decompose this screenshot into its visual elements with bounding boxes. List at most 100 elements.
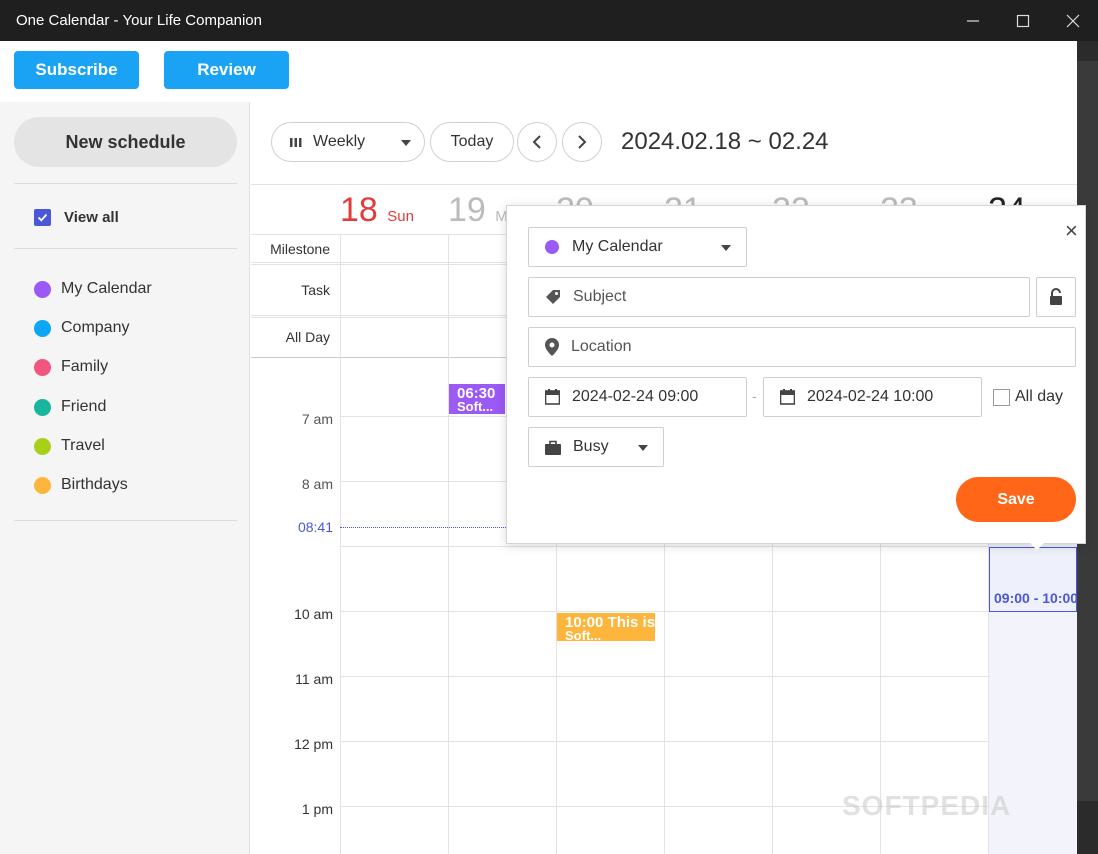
briefcase-icon xyxy=(545,440,561,455)
next-week-button[interactable] xyxy=(562,122,602,162)
calendar-item-birthdays[interactable]: Birthdays xyxy=(34,476,128,494)
checkbox-checked-icon xyxy=(34,209,51,226)
minimize-icon xyxy=(967,19,979,22)
calendar-item-family[interactable]: Family xyxy=(34,358,108,376)
sidebar-divider xyxy=(14,520,237,521)
calendar-item-label: My Calendar xyxy=(61,280,152,297)
calendar-color-dot xyxy=(545,240,559,254)
current-time-label: 08:41 xyxy=(297,519,333,535)
calendar-item-label: Travel xyxy=(61,437,105,454)
save-button[interactable]: Save xyxy=(956,477,1076,522)
close-icon xyxy=(1066,14,1080,27)
view-bars-icon xyxy=(290,137,302,147)
all-day-checkbox[interactable]: All day xyxy=(993,388,1063,406)
selection-time: 09:00 - 10:00 xyxy=(994,590,1077,606)
new-event-selection[interactable]: 09:00 - 10:00 xyxy=(989,547,1077,612)
close-window-button[interactable] xyxy=(1048,0,1098,41)
start-datetime-input[interactable]: 2024-02-24 09:00 xyxy=(528,377,747,417)
calendar-item-label: Company xyxy=(61,319,130,336)
calendar-item-label: Friend xyxy=(61,398,107,415)
hour-line xyxy=(340,611,1077,612)
subject-input[interactable]: Subject xyxy=(528,277,1030,317)
day-number: 18 xyxy=(340,191,378,229)
checkbox-unchecked-icon xyxy=(993,388,1010,406)
action-bar: Subscribe Review xyxy=(0,41,1077,102)
window-title: One Calendar - Your Life Companion xyxy=(16,12,262,29)
sidebar-divider xyxy=(14,248,237,249)
color-dot-icon xyxy=(34,358,51,376)
watermark-logo: SOFTPEDIA xyxy=(842,790,1012,821)
subject-placeholder: Subject xyxy=(573,288,627,305)
calendar-toolbar: Weekly Today 2024.02.18 ~ 02.24 xyxy=(251,102,1077,184)
task-label: Task xyxy=(301,282,330,298)
day-header-sun[interactable]: 18 Sun xyxy=(340,191,414,230)
event-block[interactable]: 06:30 Soft... xyxy=(449,384,505,414)
calendar-icon xyxy=(545,389,560,405)
day-column-line xyxy=(340,234,341,854)
time-label: 12 pm xyxy=(294,736,333,752)
subscribe-button[interactable]: Subscribe xyxy=(14,51,139,89)
calendar-item-friend[interactable]: Friend xyxy=(34,398,106,416)
time-label: 10 am xyxy=(294,606,333,622)
maximize-button[interactable] xyxy=(998,0,1048,41)
location-input[interactable]: Location xyxy=(528,327,1076,367)
tag-icon xyxy=(546,290,560,304)
location-placeholder: Location xyxy=(571,338,632,355)
day-header-mon[interactable]: 19 M xyxy=(448,191,508,230)
time-label: 11 am xyxy=(295,671,333,687)
view-select[interactable]: Weekly xyxy=(271,122,425,162)
unlock-icon xyxy=(1050,288,1062,305)
view-all-checkbox[interactable]: View all xyxy=(34,209,119,226)
caret-down-icon xyxy=(401,140,411,146)
calendar-icon xyxy=(780,389,795,405)
chevron-left-icon xyxy=(532,135,541,149)
color-dot-icon xyxy=(34,476,51,494)
event-block[interactable]: 10:00 This is Soft... xyxy=(557,613,655,641)
all-day-label: All day xyxy=(1015,388,1064,405)
close-popup-button[interactable]: × xyxy=(1065,218,1078,244)
calendar-item-travel[interactable]: Travel xyxy=(34,437,105,455)
calendar-select[interactable]: My Calendar xyxy=(528,227,747,267)
milestone-label: Milestone xyxy=(270,241,330,257)
day-column-line xyxy=(448,234,449,854)
calendar-item-my-calendar[interactable]: My Calendar xyxy=(34,280,152,298)
time-label: 7 am xyxy=(301,411,333,427)
time-label: 1 pm xyxy=(301,801,333,817)
end-datetime-input[interactable]: 2024-02-24 10:00 xyxy=(763,377,982,417)
calendar-select-value: My Calendar xyxy=(572,238,663,255)
color-dot-icon xyxy=(34,437,51,455)
chevron-right-icon xyxy=(578,135,587,149)
event-subtitle: Soft... xyxy=(457,399,494,414)
color-dot-icon xyxy=(34,319,51,337)
review-button[interactable]: Review xyxy=(164,51,289,89)
hour-line xyxy=(340,546,1077,547)
caret-down-icon xyxy=(638,445,648,451)
schedule-popup: × My Calendar Subject Location 2024-02-2… xyxy=(506,205,1086,550)
today-button[interactable]: Today xyxy=(430,122,514,162)
start-datetime-value: 2024-02-24 09:00 xyxy=(572,388,699,405)
calendar-item-company[interactable]: Company xyxy=(34,319,129,337)
time-label: 8 am xyxy=(301,476,333,492)
view-select-label: Weekly xyxy=(313,133,366,150)
maximize-icon xyxy=(1016,14,1030,27)
end-datetime-value: 2024-02-24 10:00 xyxy=(807,388,934,405)
minimize-button[interactable] xyxy=(948,0,998,41)
private-toggle-button[interactable] xyxy=(1036,277,1076,317)
title-bar: One Calendar - Your Life Companion xyxy=(0,0,1098,41)
prev-week-button[interactable] xyxy=(517,122,557,162)
allday-label: All Day xyxy=(285,329,330,345)
state-select-value: Busy xyxy=(573,438,609,455)
view-all-label: View all xyxy=(64,209,119,226)
sidebar: New schedule View all My Calendar Compan… xyxy=(0,102,250,854)
sidebar-divider xyxy=(14,183,237,184)
calendar-item-label: Birthdays xyxy=(61,476,128,493)
date-range: 2024.02.18 ~ 02.24 xyxy=(621,128,829,155)
new-schedule-button[interactable]: New schedule xyxy=(14,117,237,167)
calendar-item-label: Family xyxy=(61,358,109,375)
color-dot-icon xyxy=(34,398,51,416)
date-range-separator: - xyxy=(752,388,757,404)
color-dot-icon xyxy=(34,280,51,298)
state-select[interactable]: Busy xyxy=(528,427,664,467)
popup-pointer xyxy=(1029,542,1045,550)
day-number: 19 xyxy=(448,191,486,229)
